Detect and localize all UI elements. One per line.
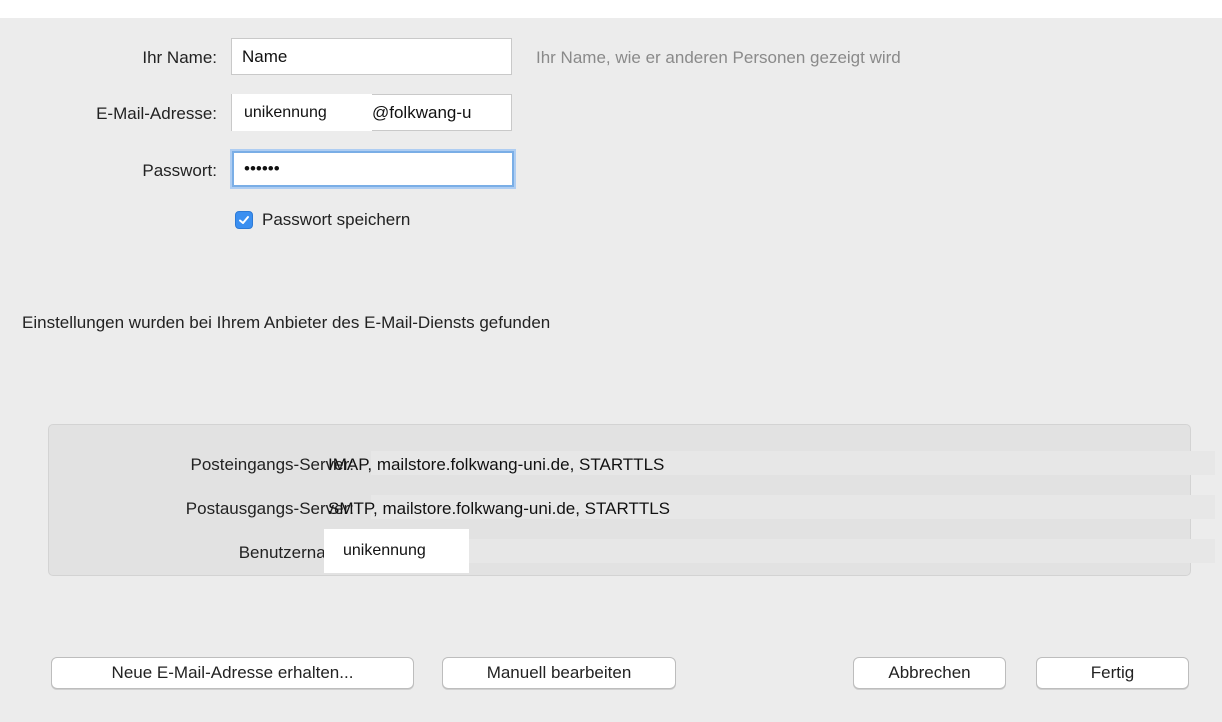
cancel-button[interactable]: Abbrechen bbox=[853, 657, 1006, 689]
save-password-checkbox[interactable] bbox=[235, 211, 253, 229]
password-label: Passwort: bbox=[142, 161, 217, 180]
row-background bbox=[371, 539, 1215, 563]
username-value: unikennung bbox=[324, 529, 469, 573]
name-label: Ihr Name: bbox=[142, 48, 217, 67]
manual-edit-button[interactable]: Manuell bearbeiten bbox=[442, 657, 676, 689]
status-message: Einstellungen wurden bei Ihrem Anbieter … bbox=[22, 313, 551, 332]
email-user-part[interactable]: unikennung bbox=[232, 94, 372, 131]
outgoing-server-value: SMTP, mailstore.folkwang-uni.de, STARTTL… bbox=[328, 499, 671, 518]
email-domain-part: @folkwang-u bbox=[372, 102, 472, 122]
username-label: Benutzername: bbox=[238, 543, 354, 562]
server-info-box: Posteingangs-Server: IMAP, mailstore.fol… bbox=[48, 424, 1215, 576]
incoming-server-value: IMAP, mailstore.folkwang-uni.de, STARTTL… bbox=[328, 455, 665, 474]
incoming-server-label: Posteingangs-Server: bbox=[190, 455, 354, 474]
top-cropped-strip bbox=[0, 0, 1222, 18]
save-password-label[interactable]: Passwort speichern bbox=[262, 210, 410, 230]
checkmark-icon bbox=[239, 216, 249, 224]
email-label: E-Mail-Adresse: bbox=[96, 104, 217, 123]
new-email-address-button[interactable]: Neue E-Mail-Adresse erhalten... bbox=[51, 657, 414, 689]
outgoing-server-label: Postausgangs-Server: bbox=[185, 499, 354, 518]
name-field[interactable]: Name bbox=[231, 38, 512, 75]
email-field[interactable]: unikennung @folkwang-u bbox=[231, 94, 512, 131]
password-field[interactable]: •••••• bbox=[232, 151, 514, 187]
name-hint: Ihr Name, wie er anderen Personen gezeig… bbox=[536, 48, 901, 67]
done-button[interactable]: Fertig bbox=[1036, 657, 1189, 689]
